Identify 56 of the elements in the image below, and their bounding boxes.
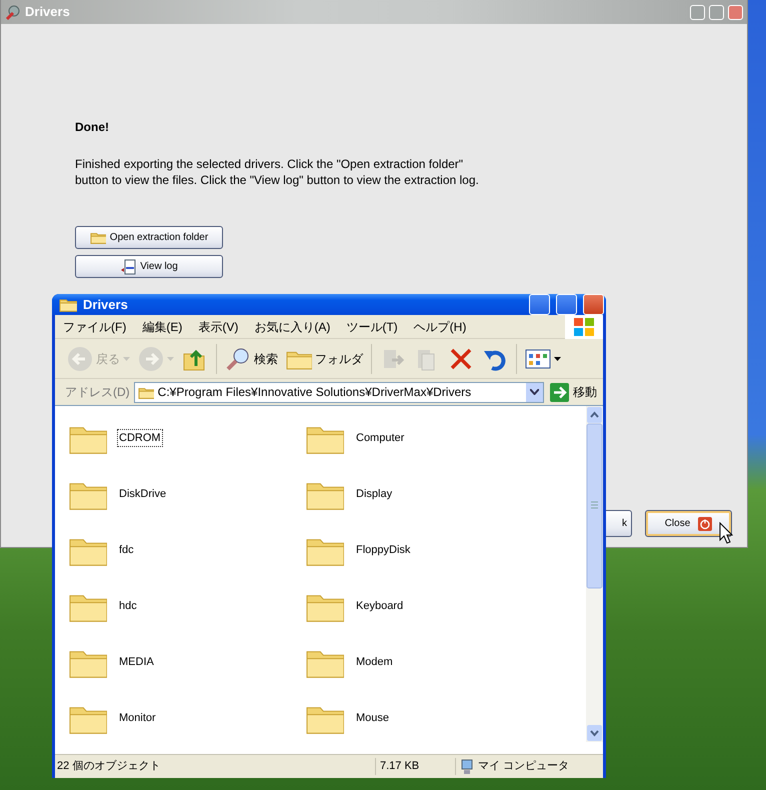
heading: Done! bbox=[75, 119, 110, 136]
caret-icon bbox=[554, 356, 561, 360]
menu-item[interactable]: 表示(V) bbox=[190, 318, 246, 336]
address-text: C:¥Program Files¥Innovative Solutions¥DriverMax¥Drivers bbox=[158, 384, 472, 401]
status-text: マイ コンピュータ bbox=[478, 759, 570, 774]
minimize-button[interactable] bbox=[529, 294, 550, 315]
menu-item[interactable]: ツール(T) bbox=[338, 318, 406, 336]
file-name[interactable]: DiskDrive bbox=[117, 484, 168, 504]
menu-item[interactable]: ファイル(F) bbox=[55, 318, 134, 336]
status-text: 7.17 KB bbox=[375, 758, 455, 775]
file-name[interactable]: hdc bbox=[117, 596, 139, 616]
caret-icon bbox=[123, 356, 130, 360]
caret-icon bbox=[167, 356, 174, 360]
document-icon bbox=[120, 258, 136, 274]
file-name[interactable]: Mouse bbox=[354, 708, 392, 728]
file-name[interactable]: MEDIA bbox=[117, 652, 156, 672]
view-log-button[interactable]: View log bbox=[75, 255, 223, 278]
file-name[interactable]: CDROM bbox=[117, 428, 163, 448]
folder-icon bbox=[138, 386, 154, 398]
go-arrow-icon bbox=[550, 382, 569, 402]
app-icon bbox=[5, 4, 21, 20]
folder-icon bbox=[59, 297, 77, 312]
status-text: 22 個のオブジェクト bbox=[56, 758, 162, 774]
maximize-button[interactable] bbox=[556, 294, 577, 315]
message-text: Finished exporting the selected drivers. Click the "Open extraction folder" button to view the files. Click the "View log" button to view the extraction log. bbox=[75, 156, 480, 188]
close-button[interactable] bbox=[583, 294, 604, 315]
computer-icon bbox=[460, 758, 474, 774]
window-title: Drivers bbox=[25, 3, 70, 22]
file-name[interactable]: Keyboard bbox=[354, 596, 406, 616]
windows-logo-icon bbox=[573, 316, 595, 336]
close-button[interactable]: Close bbox=[645, 510, 732, 537]
file-name[interactable]: Computer bbox=[354, 428, 406, 448]
dropdown-icon bbox=[530, 389, 539, 395]
window-title: Drivers bbox=[83, 296, 129, 314]
address-field[interactable]: C:¥Program Files¥Innovative Solutions¥DriverMax¥Drivers bbox=[134, 382, 544, 402]
folder-icon bbox=[90, 231, 106, 244]
cursor-icon bbox=[719, 522, 733, 544]
address-label: アドレス(D) bbox=[65, 384, 130, 401]
maximize-button[interactable] bbox=[709, 4, 724, 20]
menu-item[interactable]: ヘルプ(H) bbox=[406, 318, 474, 336]
search-button[interactable]: 検索 bbox=[223, 344, 280, 374]
open-folder-button[interactable]: Open extraction folder bbox=[75, 226, 223, 249]
file-name[interactable]: Modem bbox=[354, 652, 395, 672]
file-name[interactable]: Monitor bbox=[117, 708, 158, 728]
power-icon bbox=[698, 516, 712, 530]
menu-item[interactable]: 編集(E) bbox=[134, 318, 190, 336]
file-name[interactable]: FloppyDisk bbox=[354, 540, 412, 560]
search-icon bbox=[225, 346, 251, 372]
go-button[interactable]: 移動 bbox=[548, 382, 599, 402]
menu-item[interactable]: お気に入り(A) bbox=[246, 318, 338, 336]
minimize-button[interactable] bbox=[690, 4, 705, 20]
close-button[interactable] bbox=[728, 4, 743, 20]
folders-button[interactable]: フォルダ bbox=[284, 346, 365, 372]
file-name[interactable]: Display bbox=[354, 484, 394, 504]
dialog-button[interactable]: k bbox=[605, 510, 632, 537]
file-name[interactable]: fdc bbox=[117, 540, 136, 560]
